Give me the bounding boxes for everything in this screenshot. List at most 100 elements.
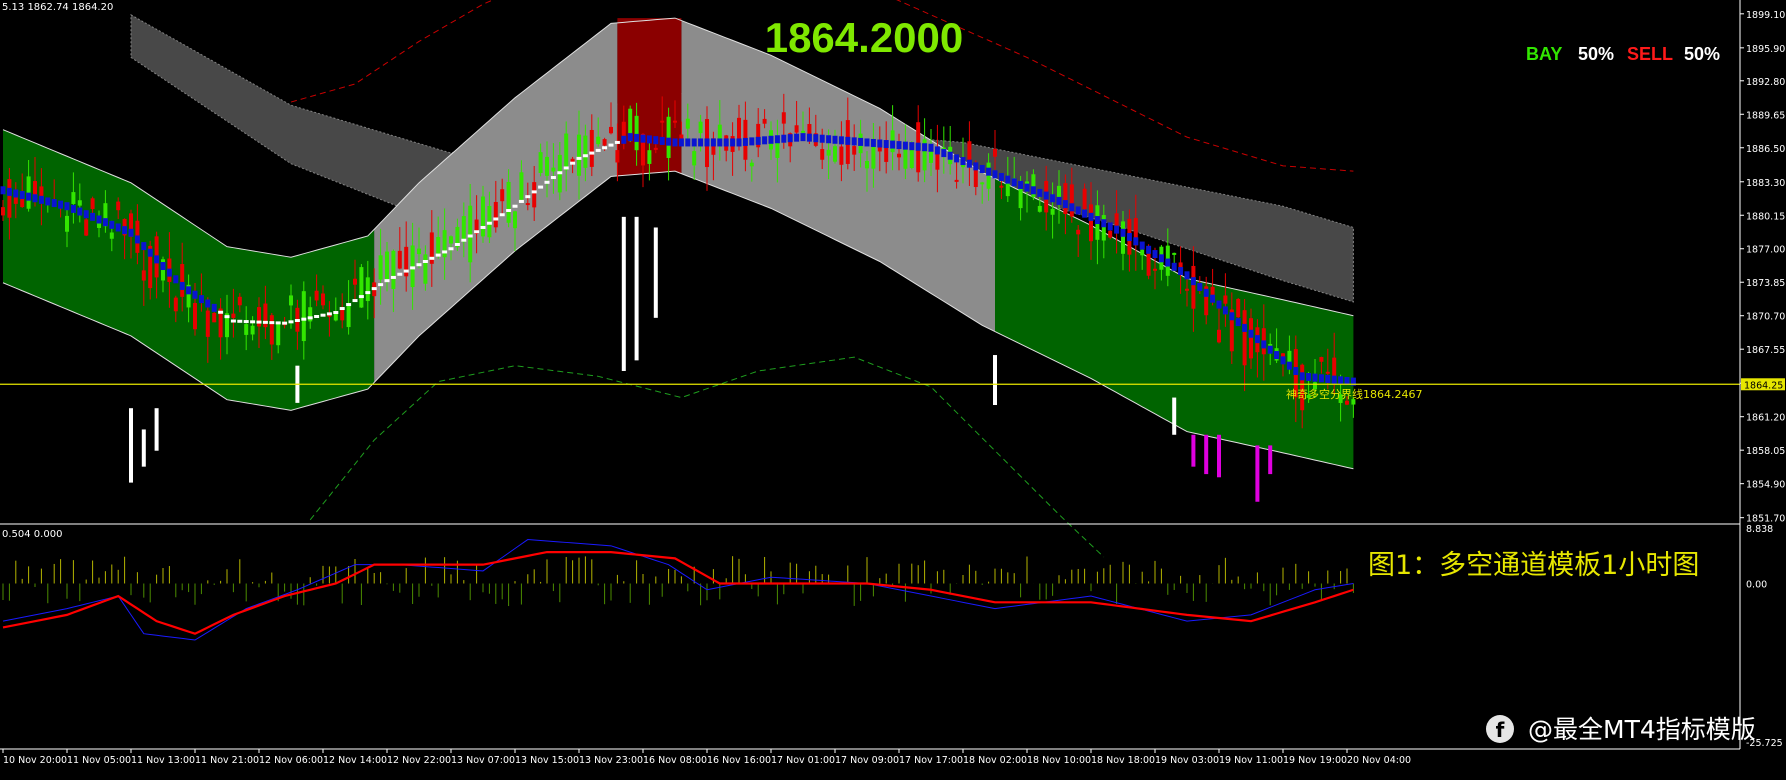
blue-trend-segment bbox=[845, 136, 851, 145]
candle-body bbox=[839, 146, 844, 165]
blue-trend-segment bbox=[83, 210, 89, 219]
price-tick-label: 1892.80 bbox=[1746, 77, 1785, 88]
blue-trend-segment bbox=[1235, 318, 1241, 327]
blue-trend-segment bbox=[1318, 374, 1324, 383]
white-trend-segment bbox=[582, 154, 588, 158]
candle-body bbox=[538, 152, 543, 173]
magenta-spike-bar bbox=[1191, 434, 1196, 467]
candle-body bbox=[397, 250, 402, 269]
candle-body bbox=[749, 162, 754, 167]
candle-body bbox=[692, 151, 697, 166]
candle-body bbox=[493, 201, 498, 228]
candle-body bbox=[321, 293, 325, 306]
blue-trend-segment bbox=[192, 290, 198, 299]
blue-trend-segment bbox=[1171, 262, 1177, 271]
candle-body bbox=[500, 189, 505, 202]
candle-body bbox=[871, 143, 876, 169]
blue-trend-segment bbox=[1222, 306, 1228, 315]
white-trend-segment bbox=[538, 185, 544, 189]
big-price-label: 1864.2000 bbox=[765, 14, 964, 61]
subwindow-info: 0.504 0.000 bbox=[2, 529, 62, 540]
white-trend-segment bbox=[499, 213, 505, 217]
blue-trend-segment bbox=[800, 133, 806, 142]
candle-body bbox=[1018, 187, 1023, 209]
blue-trend-segment bbox=[154, 255, 160, 264]
candle-body bbox=[1242, 310, 1247, 366]
blue-trend-segment bbox=[634, 133, 640, 142]
bay-value: 50% bbox=[1578, 44, 1614, 64]
header-info: 5.13 1862.74 1864.20 bbox=[2, 2, 113, 13]
blue-trend-segment bbox=[1338, 376, 1344, 385]
blue-trend-segment bbox=[1075, 206, 1081, 215]
magenta-spike-bar bbox=[1204, 434, 1209, 475]
blue-trend-segment bbox=[979, 165, 985, 174]
blue-trend-segment bbox=[122, 226, 128, 235]
blue-trend-segment bbox=[51, 199, 57, 208]
blue-trend-segment bbox=[736, 138, 742, 147]
blue-trend-segment bbox=[755, 136, 761, 145]
candle-body bbox=[237, 296, 242, 306]
blue-trend-segment bbox=[1190, 277, 1196, 286]
candle-body bbox=[333, 313, 338, 321]
price-tick-label: 1899.10 bbox=[1746, 10, 1785, 21]
blue-trend-segment bbox=[1261, 340, 1267, 349]
candle-body bbox=[481, 196, 485, 237]
white-trend-segment bbox=[550, 176, 556, 180]
blue-trend-segment bbox=[1056, 196, 1062, 205]
blue-trend-segment bbox=[928, 143, 934, 152]
white-trend-segment bbox=[595, 148, 601, 152]
blue-trend-segment bbox=[653, 136, 659, 145]
blue-trend-segment bbox=[717, 138, 723, 147]
candle-body bbox=[1076, 229, 1081, 235]
caption-text: 图1：多空通道模板1小时图 bbox=[1368, 550, 1699, 581]
candle-body bbox=[647, 150, 652, 164]
blue-trend-segment bbox=[1274, 351, 1280, 360]
candle-body bbox=[615, 150, 620, 163]
white-trend-segment bbox=[461, 238, 467, 242]
white-trend-segment bbox=[435, 253, 441, 257]
blue-trend-segment bbox=[1254, 335, 1260, 344]
white-trend-segment bbox=[243, 320, 249, 324]
white-trend-segment bbox=[570, 161, 576, 165]
candle-body bbox=[7, 179, 12, 218]
white-spike-bar bbox=[993, 355, 997, 406]
white-trend-segment bbox=[282, 321, 288, 325]
candle-body bbox=[391, 250, 396, 289]
chart-window: 1899.10 1895.90 1892.80 1889.65 1886.50 1883.… bbox=[0, 0, 1786, 776]
white-trend-segment bbox=[346, 303, 352, 307]
candle-body bbox=[545, 156, 549, 176]
blue-trend-segment bbox=[128, 228, 134, 237]
candle-body bbox=[378, 255, 383, 280]
candle-body bbox=[353, 278, 357, 285]
candle-body bbox=[826, 149, 831, 156]
candle-body bbox=[762, 118, 767, 124]
watermark-logo-glyph: f bbox=[1496, 718, 1505, 742]
blue-trend-segment bbox=[915, 142, 921, 151]
blue-trend-segment bbox=[934, 146, 940, 155]
price-tick-label: 1858.05 bbox=[1746, 446, 1785, 457]
blue-trend-segment bbox=[1216, 300, 1222, 309]
price-tick-label: 1886.50 bbox=[1746, 144, 1785, 155]
candle-body bbox=[1332, 357, 1337, 379]
white-trend-segment bbox=[371, 287, 377, 291]
blue-trend-segment bbox=[0, 186, 6, 195]
time-tick-label: 19 Nov 03:00 bbox=[1155, 755, 1219, 766]
blue-trend-segment bbox=[1050, 194, 1056, 203]
blue-trend-segment bbox=[954, 154, 960, 163]
blue-trend-segment bbox=[646, 135, 652, 144]
time-tick-label: 19 Nov 19:00 bbox=[1283, 755, 1347, 766]
white-trend-segment bbox=[403, 269, 409, 273]
candle-body bbox=[1325, 371, 1330, 374]
white-trend-segment bbox=[467, 234, 473, 238]
magenta-spike-bar bbox=[1255, 445, 1260, 502]
candle-body bbox=[301, 291, 306, 342]
candle-body bbox=[564, 133, 569, 171]
bay-label: BAY bbox=[1526, 44, 1562, 64]
candle-body bbox=[609, 126, 613, 134]
candle-body bbox=[685, 118, 690, 129]
white-trend-segment bbox=[262, 320, 268, 324]
candle-body bbox=[141, 270, 146, 281]
blue-trend-segment bbox=[96, 215, 102, 224]
candle-body bbox=[1108, 230, 1113, 238]
white-spike-bar bbox=[129, 408, 133, 483]
